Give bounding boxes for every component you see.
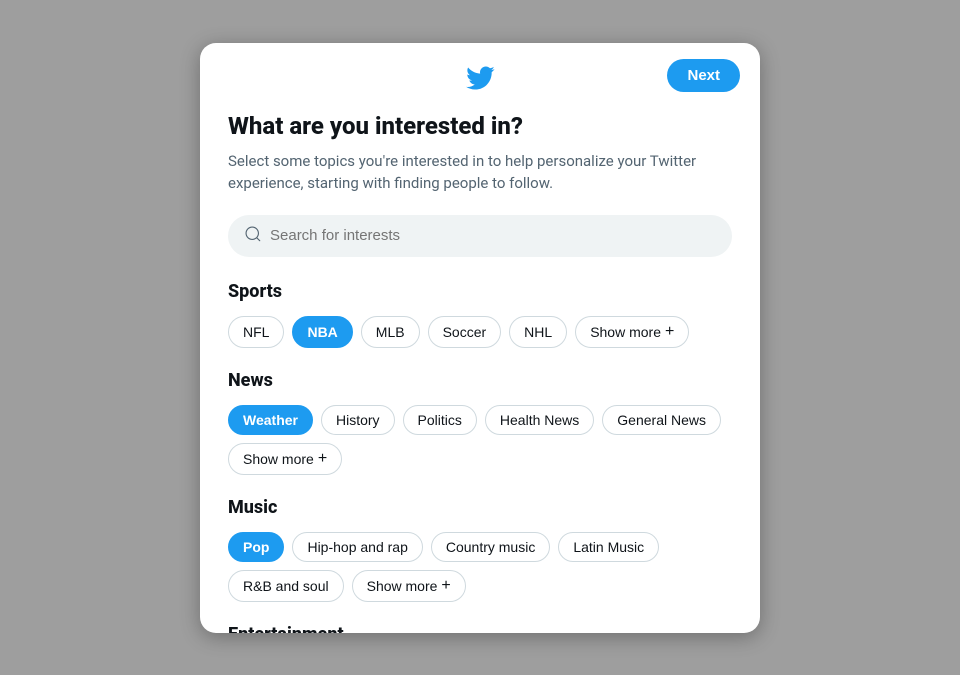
scrollable-area[interactable]: What are you interested in? Select some … [200,112,760,633]
twitter-logo [465,63,495,100]
page-title: What are you interested in? [228,112,732,140]
news-tags-row2: Show more + [228,443,732,475]
plus-icon: + [441,577,450,595]
entertainment-title: Entertainment [228,624,732,633]
search-input[interactable] [270,227,716,244]
plus-icon: + [318,450,327,468]
sports-tags: NFL NBA MLB Soccer NHL Show more + [228,316,732,348]
plus-icon: + [665,323,674,341]
tag-health-news[interactable]: Health News [485,405,594,435]
tag-politics[interactable]: Politics [403,405,477,435]
modal: Next What are you interested in? Select … [200,43,760,633]
sports-show-more[interactable]: Show more + [575,316,689,348]
tag-history[interactable]: History [321,405,395,435]
news-section: News Weather History Politics Health New… [228,370,732,475]
tag-rnb[interactable]: R&B and soul [228,570,344,602]
music-show-more[interactable]: Show more + [352,570,466,602]
tag-mlb[interactable]: MLB [361,316,420,348]
music-tags-row2: R&B and soul Show more + [228,570,732,602]
tag-weather[interactable]: Weather [228,405,313,435]
tag-latin[interactable]: Latin Music [558,532,659,562]
entertainment-section: Entertainment Entertainment News Digital… [228,624,732,633]
news-tags-row1: Weather History Politics Health News Gen… [228,405,732,435]
tag-pop[interactable]: Pop [228,532,284,562]
tag-nfl[interactable]: NFL [228,316,284,348]
search-bar [228,215,732,257]
music-section: Music Pop Hip-hop and rap Country music … [228,497,732,602]
sports-section: Sports NFL NBA MLB Soccer NHL Show more … [228,281,732,348]
tag-nhl[interactable]: NHL [509,316,567,348]
news-show-more[interactable]: Show more + [228,443,342,475]
search-icon [244,225,262,247]
tag-country[interactable]: Country music [431,532,550,562]
news-title: News [228,370,732,391]
sports-title: Sports [228,281,732,302]
tag-nba[interactable]: NBA [292,316,352,348]
tag-soccer[interactable]: Soccer [428,316,502,348]
page-subtitle: Select some topics you're interested in … [228,150,732,195]
next-button[interactable]: Next [667,59,740,92]
music-title: Music [228,497,732,518]
tag-general-news[interactable]: General News [602,405,721,435]
modal-header: Next [200,43,760,112]
tag-hiphop[interactable]: Hip-hop and rap [292,532,422,562]
music-tags-row1: Pop Hip-hop and rap Country music Latin … [228,532,732,562]
